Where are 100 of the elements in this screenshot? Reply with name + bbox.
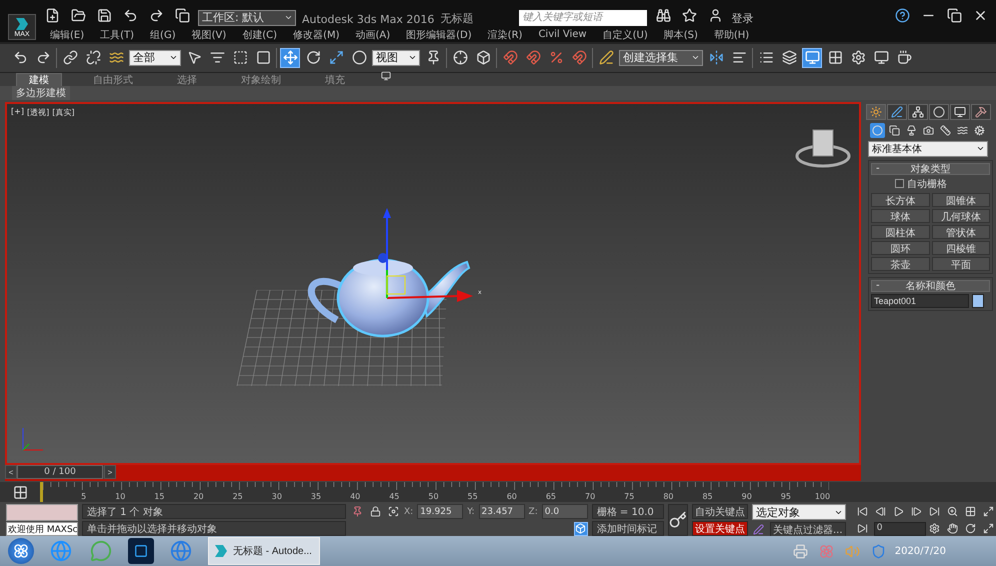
frame-number: 60	[506, 492, 517, 502]
frame-number: 30	[272, 492, 282, 502]
tape-icon[interactable]	[938, 122, 953, 138]
x-coordinate-field[interactable]: 19.925	[417, 504, 464, 520]
pan-icon[interactable]	[946, 522, 960, 536]
z-coordinate-field[interactable]: 0.0	[542, 504, 588, 520]
primitive-button[interactable]: 圆柱体	[871, 224, 930, 239]
viewport-label[interactable]: [透视]	[26, 106, 50, 118]
set-key-button[interactable]: 设置关键点	[692, 521, 748, 536]
primitive-button[interactable]: 四棱锥	[932, 240, 990, 255]
menu-item[interactable]: 脚本(S)	[656, 28, 706, 42]
named-selection-dropdown[interactable]: 创建选择集	[619, 50, 703, 66]
frame-number: 50	[428, 492, 439, 502]
autogrid-checkbox[interactable]	[895, 179, 904, 188]
frame-number: 65	[546, 492, 556, 502]
primitive-button[interactable]: 茶壶	[871, 256, 930, 271]
menu-item[interactable]: 图形编辑器(D)	[398, 28, 480, 42]
grid-size: 栅格 = 10.0	[592, 504, 664, 520]
time-slider-track[interactable]: < 0 / 100 >	[5, 465, 861, 482]
rollout-header[interactable]: - 名称和颜色	[871, 280, 990, 292]
ribbon-panel-label[interactable]: 多边形建模	[12, 86, 70, 100]
auto-key-button[interactable]: 自动关键点	[692, 504, 748, 520]
frame-number: 10	[115, 492, 126, 502]
key-filters-button[interactable]: 关键点过滤器...	[770, 522, 846, 538]
menu-item[interactable]: 动画(A)	[348, 28, 398, 42]
menu-item[interactable]: 自定义(U)	[594, 28, 656, 42]
menu-item[interactable]: 视图(V)	[184, 28, 234, 42]
object-name-field[interactable]: Teapot001	[871, 294, 969, 308]
viewport-label[interactable]: [真实]	[52, 106, 74, 118]
primitive-button[interactable]: 几何球体	[932, 208, 990, 223]
frame-number: 5	[81, 492, 86, 502]
login-link[interactable]: 登录	[731, 10, 754, 26]
object-color-swatch[interactable]	[972, 294, 984, 308]
scene-explorer-icon[interactable]	[802, 48, 822, 68]
menu-item[interactable]: 编辑(E)	[42, 28, 92, 42]
coordinate-label: Y:	[467, 506, 475, 517]
logo-icon	[14, 16, 30, 31]
coordinate-label: Z:	[528, 506, 538, 517]
time-slider-thumb[interactable]: < 0 / 100 >	[5, 465, 116, 480]
primitive-button[interactable]: 管状体	[932, 224, 990, 239]
hammer-icon[interactable]	[971, 104, 991, 120]
key-icon	[668, 511, 687, 530]
zoom-icon[interactable]	[946, 504, 960, 518]
frame-number: 25	[232, 492, 243, 502]
y-coordinate-field[interactable]: 23.457	[478, 504, 525, 520]
frame-number: 75	[624, 492, 634, 502]
next-frame-button[interactable]: >	[104, 465, 116, 480]
workspace-dropdown[interactable]: 工作区: 默认	[198, 10, 296, 26]
sun-icon[interactable]	[866, 104, 886, 120]
document-title: 无标题	[440, 10, 474, 26]
zoom-extents-icon[interactable]	[982, 504, 996, 518]
selection-filter-dropdown[interactable]: 全部	[129, 50, 181, 66]
ribbon-tab[interactable]: 选择	[164, 72, 210, 86]
flower-icon	[13, 543, 29, 560]
hierarchy-icon[interactable]	[908, 104, 928, 120]
key-mode-dropdown[interactable]: 选定对象	[752, 504, 846, 520]
ribbon-tab[interactable]: 建模	[16, 72, 62, 86]
menu-item[interactable]: 修改器(M)	[285, 28, 348, 42]
zoom-all-icon[interactable]	[964, 504, 978, 518]
start-button[interactable]	[8, 538, 34, 564]
category-dropdown[interactable]: 标准基本体	[868, 140, 988, 157]
taskbar-window-button[interactable]: 无标题 - Autode...	[208, 537, 320, 566]
maxscript-listener-text[interactable]: 欢迎使用 MAXSc	[6, 522, 78, 536]
ribbon-tab[interactable]: 填充	[312, 72, 358, 86]
primitive-button[interactable]: 圆锥体	[932, 192, 990, 207]
ribbon-tab[interactable]: 对象绘制	[228, 72, 294, 86]
primitive-button[interactable]: 球体	[871, 208, 930, 223]
shapes-icon[interactable]	[887, 122, 902, 138]
frame-number: 80	[663, 492, 674, 502]
frame-number: 35	[310, 492, 322, 502]
add-time-tag[interactable]: 添加时间标记	[592, 521, 664, 536]
viewport-label[interactable]: [+]	[11, 106, 24, 118]
time-config-icon[interactable]	[928, 522, 942, 536]
frame-number: 20	[193, 492, 204, 502]
current-frame-field[interactable]: 0	[874, 522, 926, 536]
menu-item[interactable]: 组(G)	[142, 28, 184, 42]
maxscript-mini-listener[interactable]	[6, 504, 78, 522]
menu-item[interactable]: 渲染(R)	[480, 28, 530, 42]
maximize-viewport-icon[interactable]	[982, 522, 996, 536]
menu-item[interactable]: 创建(C)	[234, 28, 286, 42]
menu-item[interactable]: Civil View	[530, 29, 595, 40]
orbit-icon[interactable]	[964, 522, 978, 536]
search-field[interactable]: 键入关键字或短语	[519, 10, 648, 26]
monitor-icon[interactable]	[950, 104, 970, 120]
previous-frame-button[interactable]: <	[5, 465, 17, 480]
primitive-button[interactable]: 圆环	[871, 240, 930, 255]
move-icon[interactable]	[280, 48, 300, 68]
sphere-icon[interactable]	[870, 122, 885, 138]
key-button[interactable]	[668, 504, 688, 536]
rollout-header[interactable]: - 对象类型	[871, 162, 990, 175]
primitive-button[interactable]: 平面	[932, 256, 990, 271]
coordinate-label: X:	[404, 506, 414, 517]
lock-icon[interactable]	[368, 504, 382, 519]
frame-number: 55	[468, 492, 478, 502]
menu-item[interactable]: 工具(T)	[92, 28, 142, 42]
menu-item[interactable]: 帮助(H)	[706, 28, 758, 42]
ribbon-tab[interactable]: 自由形式	[80, 72, 146, 86]
reference-coordinate-dropdown[interactable]: 视图	[372, 50, 420, 66]
primitive-button[interactable]: 长方体	[871, 192, 930, 207]
frame-number: 85	[702, 492, 713, 502]
